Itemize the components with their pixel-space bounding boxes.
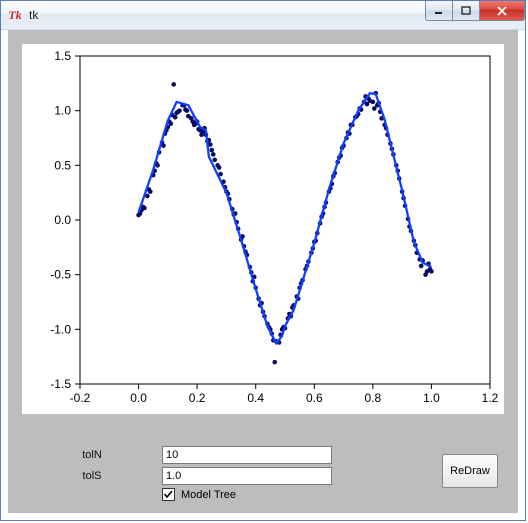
svg-text:0.0: 0.0 xyxy=(130,391,147,405)
svg-text:1.0: 1.0 xyxy=(54,104,71,118)
svg-text:0.5: 0.5 xyxy=(54,158,71,172)
svg-text:0.2: 0.2 xyxy=(189,391,206,405)
svg-text:-1.0: -1.0 xyxy=(50,322,71,336)
app-window: Tk tk -0.20.00.20.40.60.81.01.2-1.5-1.0-… xyxy=(0,0,526,521)
svg-text:0.8: 0.8 xyxy=(365,391,382,405)
svg-text:-0.5: -0.5 xyxy=(50,268,71,282)
tolS-input[interactable] xyxy=(162,467,332,485)
model-tree-label: Model Tree xyxy=(181,489,236,501)
titlebar[interactable]: Tk tk xyxy=(1,1,525,30)
tolS-label: tolS xyxy=(22,470,162,482)
close-button[interactable] xyxy=(479,1,525,21)
svg-text:1.0: 1.0 xyxy=(423,391,440,405)
client-area: -0.2 0.0 0.2 0.4 0.6 0.8 1.0 1.2 -1.5 -1.0 -0.5 0.0… xyxy=(8,30,518,513)
svg-text:0.0: 0.0 xyxy=(54,213,71,227)
svg-text:-1.5: -1.5 xyxy=(50,377,71,391)
tolN-input[interactable] xyxy=(162,446,332,464)
svg-text:0.4: 0.4 xyxy=(247,391,264,405)
svg-text:0.6: 0.6 xyxy=(306,391,323,405)
chart-panel: -0.2 0.0 0.2 0.4 0.6 0.8 1.0 1.2 -1.5 -1.0 -0.5 0.0… xyxy=(22,44,504,414)
redraw-button[interactable]: ReDraw xyxy=(442,454,498,488)
svg-text:-0.2: -0.2 xyxy=(70,391,91,405)
minimize-button[interactable] xyxy=(425,1,453,21)
svg-text:1.2: 1.2 xyxy=(482,391,499,405)
tk-icon: Tk xyxy=(7,7,23,23)
svg-text:1.5: 1.5 xyxy=(54,49,71,63)
tolN-label: tolN xyxy=(22,449,162,461)
tolS-row: tolS xyxy=(22,467,504,485)
model-tree-checkbox[interactable] xyxy=(162,488,175,501)
controls-panel: tolN tolS Model Tree ReDraw xyxy=(22,446,504,501)
chart-canvas: -0.2 0.0 0.2 0.4 0.6 0.8 1.0 1.2 -1.5 -1.0 -0.5 0.0… xyxy=(22,44,506,414)
window-title: tk xyxy=(29,8,38,22)
window-controls xyxy=(426,1,525,21)
model-tree-row: Model Tree xyxy=(162,488,504,501)
maximize-button[interactable] xyxy=(452,1,480,21)
tolN-row: tolN xyxy=(22,446,504,464)
